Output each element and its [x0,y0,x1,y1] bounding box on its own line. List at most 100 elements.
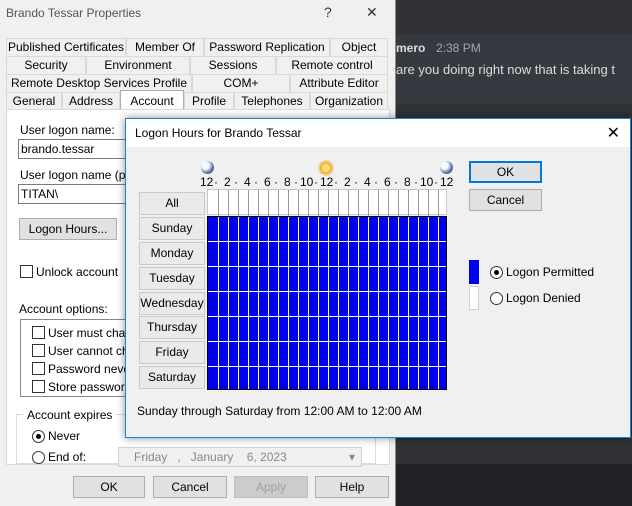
option-checkbox[interactable] [32,326,45,339]
grid-column-line [397,217,399,389]
never-radio[interactable] [32,430,45,443]
tab-environment[interactable]: Environment [86,56,190,74]
ok-button[interactable]: OK [73,476,145,498]
close-icon[interactable]: ✕ [607,123,620,143]
hour-column-tick [238,190,239,216]
unlock-account-checkbox[interactable] [20,265,33,278]
option-label: Store password u [48,380,130,394]
tab-telephones[interactable]: Telephones [234,92,310,110]
hour-column-tick [258,190,259,216]
grid-column-line [217,217,219,389]
tab-security[interactable]: Security [6,56,86,74]
day-button-friday[interactable]: Friday [139,341,205,365]
logon-hours-grid[interactable] [207,216,447,390]
chat-username: mero [396,41,426,55]
grid-column-line [307,217,309,389]
chat-bottom-bar [396,464,632,506]
end-of-date-picker[interactable]: Friday , January 6, 2023 ▾ [118,447,362,467]
hour-column-tick [358,190,359,216]
hour-label: 2 [224,175,231,189]
day-button-sunday[interactable]: Sunday [139,217,205,240]
grid-column-line [357,217,359,389]
tab-row-1: Published Certificates Member Of Passwor… [6,38,388,56]
end-of-date-text: Friday , January 6, 2023 [134,450,287,464]
tab-profile[interactable]: Profile [184,92,234,110]
end-of-radio[interactable] [32,451,45,464]
grid-row-line [208,266,446,268]
help-title-button[interactable]: ? [324,4,332,20]
help-button[interactable]: Help [315,476,389,498]
grid-column-line [337,217,339,389]
hour-column-tick [348,190,349,216]
user-logon-name-field[interactable]: brando.tessar [18,139,128,159]
grid-column-line [237,217,239,389]
calendar-dropdown-icon[interactable]: ▾ [349,448,355,466]
tab-attribute-editor[interactable]: Attribute Editor [290,74,388,92]
hour-label: · [234,175,238,189]
grid-column-line [317,217,319,389]
account-options-list[interactable]: User must chang User cannot cha Password… [20,319,130,397]
option-checkbox[interactable] [32,344,45,357]
logon-permitted-radio[interactable] [490,266,503,279]
tab-address[interactable]: Address [62,92,120,110]
tab-published-certificates[interactable]: Published Certificates [6,38,126,56]
grid-column-line [257,217,259,389]
hour-label: 2 [344,175,351,189]
hour-label: 4 [364,175,371,189]
tab-row-4: General Address Account Profile Telephon… [6,90,388,110]
hour-label: · [334,175,338,189]
hour-label: · [314,175,318,189]
hour-label: 10 [300,175,314,189]
day-button-tuesday[interactable]: Tuesday [139,266,205,290]
apply-button[interactable]: Apply [234,476,308,498]
hour-column-tick [228,190,229,216]
logon-hours-title: Logon Hours for Brando Tessar [135,126,302,140]
hour-column-tick [298,190,299,216]
grid-column-line [277,217,279,389]
moon-icon [440,161,453,174]
tab-password-replication[interactable]: Password Replication [204,38,330,56]
tab-object[interactable]: Object [330,38,388,56]
tab-row-3: Remote Desktop Services Profile COM+ Att… [6,74,388,92]
day-button-wednesday[interactable]: Wednesday [139,291,205,315]
grid-column-line [387,217,389,389]
day-button-saturday[interactable]: Saturday [139,366,205,390]
grid-row-line [208,315,446,317]
day-button-thursday[interactable]: Thursday [139,316,205,340]
hour-column-tick [408,190,409,216]
hour-label: 12 [320,175,334,189]
logon-hours-button[interactable]: Logon Hours... [19,218,117,240]
close-title-button[interactable]: ✕ [366,4,378,21]
hour-column-tick [338,190,339,216]
grid-column-line [417,217,419,389]
tab-organization[interactable]: Organization [310,92,388,110]
chat-message: are you doing right now that is taking t [396,62,615,77]
grid-column-line [267,217,269,389]
day-button-monday[interactable]: Monday [139,241,205,265]
grid-column-line [327,217,329,389]
select-all-button[interactable]: All [139,192,205,215]
hour-column-tick [428,190,429,216]
account-options-label: Account options: [19,302,108,316]
logon-hours-cancel-button[interactable]: Cancel [469,189,542,211]
hour-column-headers[interactable] [207,189,447,216]
pre-windows-domain-field[interactable]: TITAN\ [18,184,128,204]
option-checkbox[interactable] [32,380,45,393]
grid-row-line [208,365,446,367]
chat-timestamp: 2:38 PM [436,41,481,55]
hour-label: 8 [404,175,411,189]
logon-hours-ok-button[interactable]: OK [469,161,542,183]
tab-account[interactable]: Account [120,90,184,110]
logon-denied-radio[interactable] [490,292,503,305]
tab-com-plus[interactable]: COM+ [192,74,290,92]
cancel-button[interactable]: Cancel [153,476,227,498]
tab-sessions[interactable]: Sessions [190,56,276,74]
tab-remote-control[interactable]: Remote control [276,56,388,74]
logon-hours-summary: Sunday through Saturday from 12:00 AM to… [137,404,422,418]
user-logon-name-label: User logon name: [20,123,115,137]
option-checkbox[interactable] [32,362,45,375]
tab-member-of[interactable]: Member Of [126,38,204,56]
tab-general[interactable]: General [6,92,62,110]
never-label: Never [48,429,81,443]
hour-column-tick [438,190,439,216]
